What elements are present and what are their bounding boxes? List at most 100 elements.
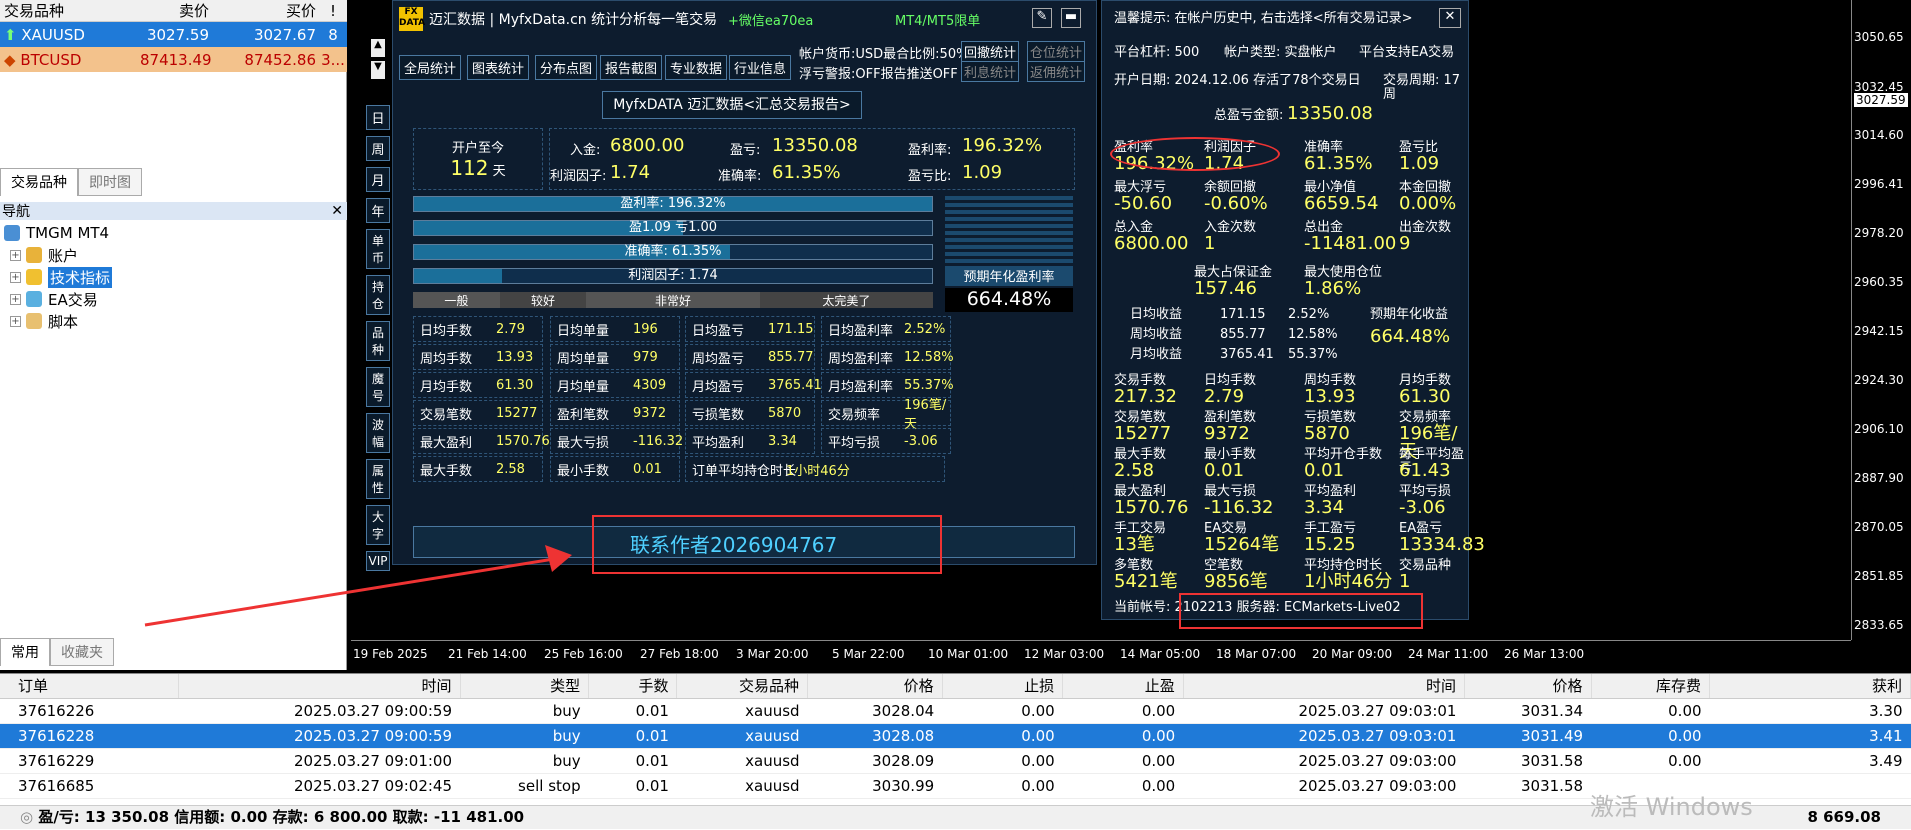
bar-label: 准确率: 61.35% bbox=[624, 244, 722, 259]
avg-percent: 55.37% bbox=[1288, 347, 1338, 362]
order-cell: 0.00 bbox=[1062, 723, 1184, 749]
btn-industry[interactable]: 行业信息 bbox=[729, 55, 792, 80]
close-icon[interactable]: ✕ bbox=[1439, 8, 1461, 28]
order-cell: 37616228 bbox=[0, 723, 179, 749]
btn-distribution[interactable]: 分布点图 bbox=[535, 55, 598, 80]
col-header[interactable]: 价格 bbox=[807, 674, 943, 699]
stat-value: 15277 bbox=[496, 405, 538, 421]
order-row[interactable]: 37616226 2025.03.27 09:00:59 buy 0.01 xauusd… bbox=[0, 698, 1911, 724]
btn-pro-data[interactable]: 专业数据 bbox=[665, 55, 728, 80]
tab-holding[interactable]: 持仓 bbox=[366, 275, 390, 315]
bar-label: 利润因子: 1.74 bbox=[628, 268, 718, 283]
order-cell: xauusd bbox=[676, 723, 808, 749]
highlight-account bbox=[1179, 593, 1423, 629]
btn-position[interactable]: 仓位统计 bbox=[1027, 41, 1086, 62]
close-icon[interactable]: ✕ bbox=[331, 203, 347, 219]
ratio-value: 1.09 bbox=[962, 162, 1003, 183]
btn-rebate[interactable]: 返佣统计 bbox=[1027, 61, 1086, 82]
expand-icon[interactable]: + bbox=[10, 271, 21, 283]
tab-single[interactable]: 单币 bbox=[366, 229, 390, 269]
expand-icon[interactable]: + bbox=[10, 293, 21, 305]
col-header[interactable]: 时间 bbox=[178, 674, 461, 699]
tab-large[interactable]: 大字 bbox=[366, 505, 390, 545]
col-header[interactable]: 交易品种 bbox=[676, 674, 809, 699]
tab-magic[interactable]: 魔号 bbox=[366, 367, 390, 407]
tab-range[interactable]: 波幅 bbox=[366, 413, 390, 453]
tab-day[interactable]: 日 bbox=[366, 105, 390, 130]
btn-report-shot[interactable]: 报告截图 bbox=[600, 55, 663, 80]
stat-label: 周均手数 bbox=[420, 351, 473, 367]
col-header[interactable]: 获利 bbox=[1709, 674, 1911, 699]
stat-cell: 日均手数 2.79 bbox=[413, 316, 543, 342]
stat-label: 订单平均持仓时长 bbox=[692, 463, 797, 479]
symbol-name: BTCUSD bbox=[20, 50, 82, 69]
tree-item-indicators[interactable]: + 技术指标 bbox=[4, 266, 113, 288]
price-tick: 2942.15 bbox=[1854, 324, 1904, 338]
minimize-icon[interactable]: ▬ bbox=[1061, 8, 1081, 28]
col-header[interactable]: 手数 bbox=[588, 674, 678, 699]
leverage: 平台杠杆: 500 bbox=[1114, 45, 1200, 60]
symbol-row[interactable]: ⬆ XAUUSD 3027.59 3027.67 8 bbox=[0, 22, 347, 47]
tab-ticks[interactable]: 即时图 bbox=[78, 168, 142, 196]
stat-cell: 最小手数 0.01 bbox=[550, 456, 680, 482]
navigator-tabs: 常用 收藏夹 bbox=[0, 638, 114, 666]
time-tick: 21 Feb 14:00 bbox=[448, 647, 527, 661]
edit-icon[interactable]: ✎ bbox=[1032, 8, 1052, 28]
col-header[interactable]: 类型 bbox=[460, 674, 590, 699]
metric-value: 5421笔 bbox=[1114, 571, 1178, 592]
profit-rate-bar: 盈利率: 196.32% bbox=[413, 196, 933, 212]
col-bid[interactable]: 卖价 bbox=[140, 0, 212, 21]
col-spread[interactable]: ! bbox=[319, 2, 347, 20]
tab-favorites[interactable]: 收藏夹 bbox=[50, 638, 114, 666]
col-header[interactable]: 价格 bbox=[1464, 674, 1592, 699]
market-watch-header: 交易品种 卖价 买价 ! bbox=[0, 0, 347, 22]
col-header[interactable]: 时间 bbox=[1183, 674, 1465, 699]
tab-month[interactable]: 月 bbox=[366, 167, 390, 192]
col-symbol[interactable]: 交易品种 bbox=[0, 0, 140, 21]
stat-cell: 盈利笔数 9372 bbox=[550, 400, 680, 426]
time-tick: 12 Mar 03:00 bbox=[1024, 647, 1105, 661]
order-row[interactable]: 37616228 2025.03.27 09:00:59 buy 0.01 xauusd… bbox=[0, 723, 1911, 749]
btn-interest[interactable]: 利息统计 bbox=[961, 61, 1020, 82]
pl-value: 13350.08 bbox=[772, 135, 858, 156]
order-row[interactable]: 37616229 2025.03.27 09:01:00 buy 0.01 xauusd… bbox=[0, 748, 1911, 774]
tree-item-scripts[interactable]: + 脚本 bbox=[4, 310, 112, 332]
tab-symbol[interactable]: 品种 bbox=[366, 321, 390, 361]
tab-attr[interactable]: 属性 bbox=[366, 459, 390, 499]
btn-drawdown[interactable]: 回撤统计 bbox=[961, 41, 1020, 62]
report-title[interactable]: MyfxDATA 迈汇数据<汇总交易报告> bbox=[602, 91, 862, 119]
col-header[interactable]: 订单 bbox=[0, 674, 180, 699]
stat-value: 1小时46分 bbox=[786, 463, 850, 479]
market-watch: 交易品种 卖价 买价 ! ⬆ XAUUSD 3027.59 3027.67 8 … bbox=[0, 0, 347, 72]
tab-year[interactable]: 年 bbox=[366, 198, 390, 223]
expand-icon[interactable]: + bbox=[10, 249, 21, 261]
col-header[interactable]: 止损 bbox=[942, 674, 1064, 699]
metric-value: -3.06 bbox=[1399, 497, 1446, 518]
col-header[interactable]: 库存费 bbox=[1591, 674, 1711, 699]
profit-rate-value: 196.32% bbox=[962, 135, 1043, 156]
tab-common[interactable]: 常用 bbox=[0, 638, 50, 666]
stat-cell: 周均单量 979 bbox=[550, 344, 680, 370]
total-value: 13350.08 bbox=[1287, 103, 1373, 124]
scroll-down-icon[interactable]: ▼ bbox=[371, 61, 385, 79]
scroll-up-icon[interactable]: ▲ bbox=[371, 39, 385, 57]
btn-chart-stats[interactable]: 图表统计 bbox=[467, 55, 530, 80]
stat-label: 月均手数 bbox=[420, 379, 473, 395]
col-ask[interactable]: 买价 bbox=[212, 0, 319, 21]
stat-label: 平均亏损 bbox=[828, 435, 881, 451]
order-cell: 3.49 bbox=[1709, 748, 1911, 774]
stat-value: 855.77 bbox=[768, 349, 814, 365]
tab-week[interactable]: 周 bbox=[366, 136, 390, 161]
tree-root[interactable]: TMGM MT4 bbox=[4, 222, 112, 244]
tree-item-experts[interactable]: + EA交易 bbox=[4, 288, 112, 310]
symbol-row[interactable]: ◆ BTCUSD 87413.49 87452.86 3... bbox=[0, 47, 347, 72]
tab-symbols[interactable]: 交易品种 bbox=[0, 168, 78, 196]
col-header[interactable]: 止盈 bbox=[1062, 674, 1184, 699]
spread: 3... bbox=[321, 50, 345, 69]
price-tick: 2887.90 bbox=[1854, 471, 1904, 485]
btn-global-stats[interactable]: 全局统计 bbox=[399, 55, 462, 80]
stat-label: 周均单量 bbox=[557, 351, 610, 367]
tree-item-accounts[interactable]: + 账户 bbox=[4, 244, 112, 266]
expand-icon[interactable]: + bbox=[10, 315, 21, 327]
terminal: 订单 时间 类型 手数 交易品种 价格 止损 止盈 时间 价格 库存费 获利 37616226 2025… bbox=[0, 673, 1911, 830]
